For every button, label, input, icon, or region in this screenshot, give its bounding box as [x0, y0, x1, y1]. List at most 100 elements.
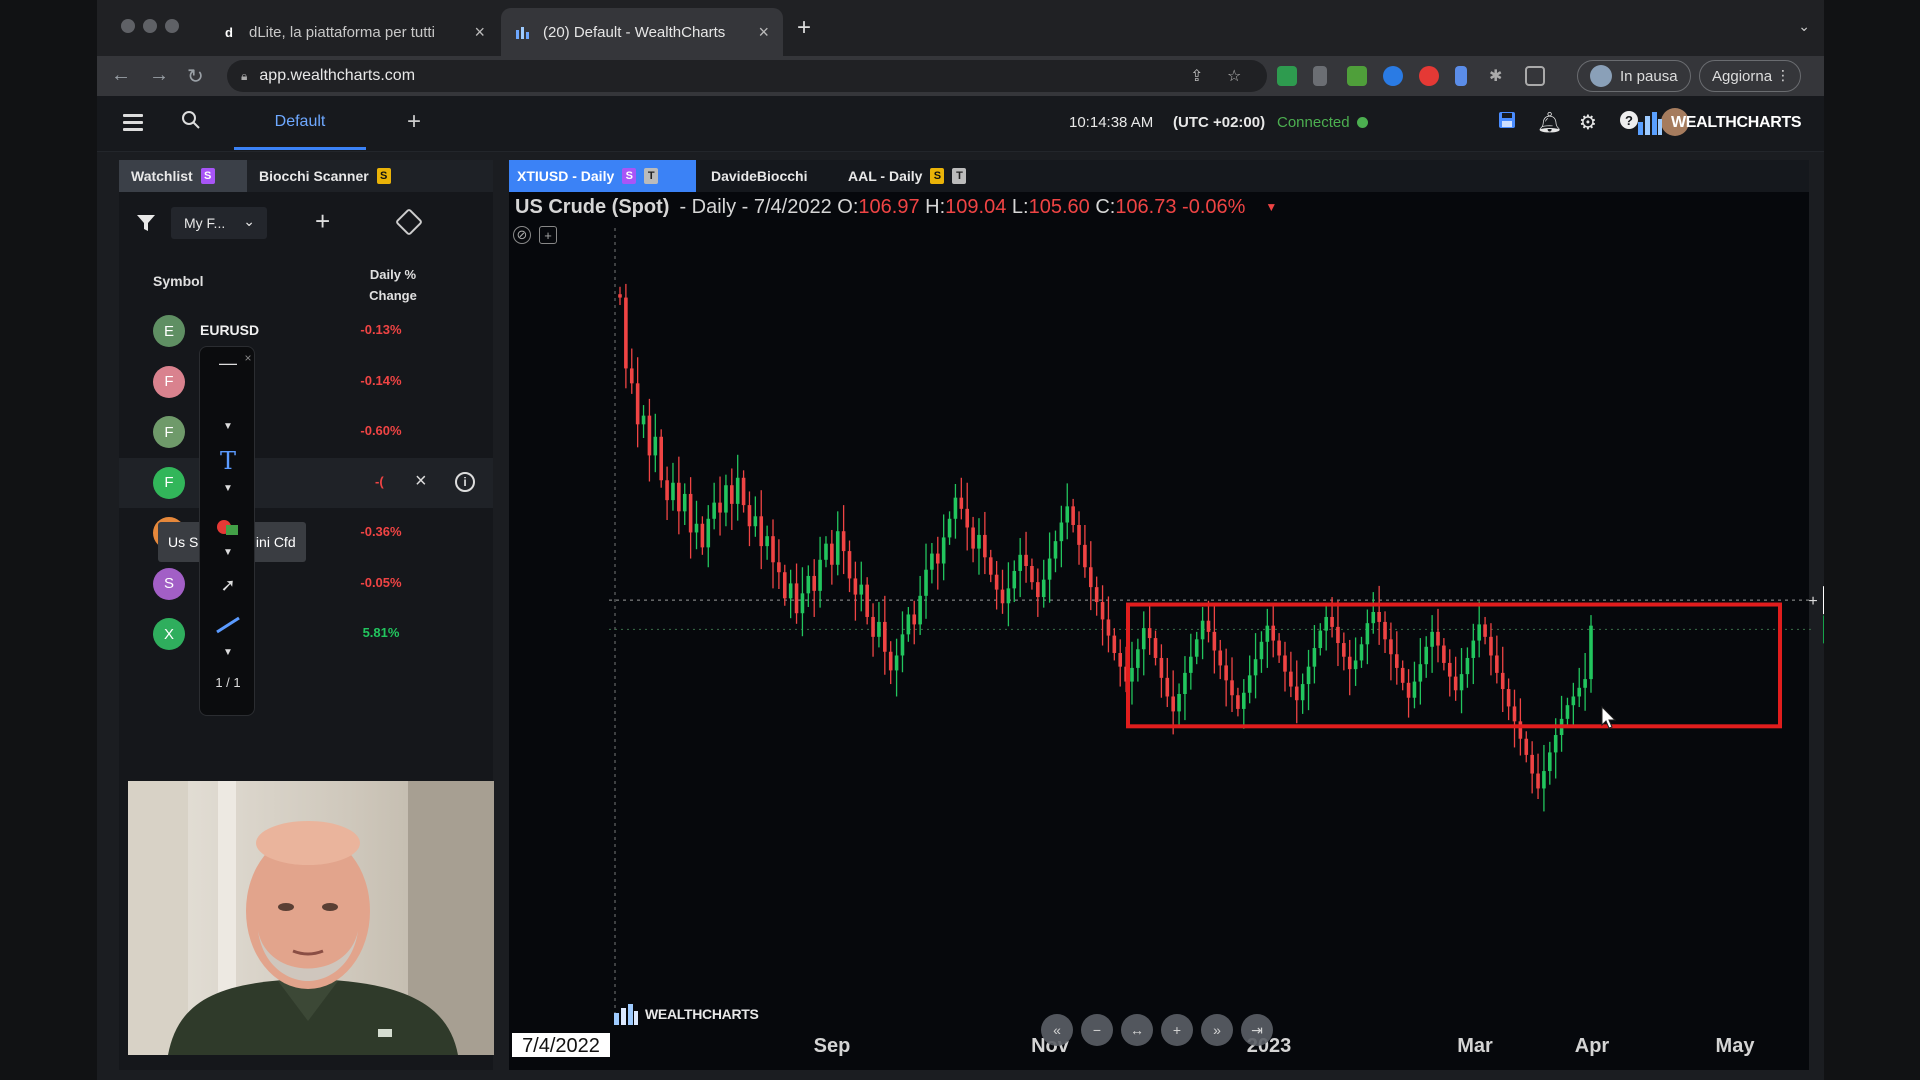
candle-body	[724, 485, 728, 513]
candle-body	[1577, 687, 1582, 697]
wealthcharts-logo-icon	[614, 1004, 638, 1025]
candle-body	[1165, 677, 1170, 697]
candle-body	[1477, 624, 1481, 641]
candle-body	[930, 553, 934, 570]
candle-body	[1200, 620, 1205, 640]
candle-body	[1548, 752, 1552, 772]
candle-body	[782, 572, 787, 599]
crosshair-plus-icon[interactable]: +	[1808, 593, 1817, 610]
candle-body	[1359, 644, 1364, 661]
candle-body	[983, 534, 987, 558]
candle-body	[1406, 682, 1411, 698]
candle-body	[947, 518, 952, 538]
candle-body	[1230, 680, 1234, 696]
candle-body	[1271, 625, 1276, 641]
candle-body	[777, 562, 781, 573]
candle-body	[1136, 649, 1140, 668]
time-axis-label: May	[1716, 1035, 1756, 1057]
candle-body	[1589, 625, 1593, 680]
candle-body	[759, 516, 764, 547]
candle-body	[1130, 667, 1134, 682]
candle-body	[859, 584, 864, 595]
candle-body	[1071, 506, 1075, 525]
candle-body	[1183, 672, 1187, 695]
candle-body	[1571, 696, 1576, 706]
candle-body	[1371, 611, 1376, 624]
candle-body	[1330, 616, 1334, 627]
candle-body	[1177, 694, 1181, 712]
candle-body	[894, 655, 899, 671]
candle-body	[1459, 674, 1464, 691]
candle-body	[835, 531, 840, 565]
watermark-text: WEALTHCHARTS	[645, 1006, 759, 1022]
zoom-in-button[interactable]: +	[1161, 1014, 1193, 1046]
crosshair-price-tag	[1823, 586, 1824, 615]
screen: d dLite, la piattaforma per tutti × (20)…	[97, 0, 1824, 1080]
candle-body	[1006, 588, 1011, 604]
candle-body	[1300, 684, 1305, 701]
scroll-to-end-button[interactable]: ⇥	[1241, 1014, 1273, 1046]
reset-zoom-button[interactable]: ↔	[1121, 1014, 1153, 1046]
candle-body	[1277, 640, 1281, 656]
candle-body	[1542, 771, 1546, 789]
scroll-right-button[interactable]: »	[1201, 1014, 1233, 1046]
candle-body	[1024, 554, 1028, 567]
candle-body	[1442, 645, 1446, 663]
candle-body	[712, 502, 716, 519]
zoom-out-button[interactable]: −	[1081, 1014, 1113, 1046]
candle-body	[753, 516, 758, 527]
candle-body	[1347, 656, 1352, 670]
candle-body	[1312, 648, 1317, 667]
candle-body	[1553, 735, 1558, 753]
candle-body	[1206, 620, 1211, 632]
candle-body	[1289, 671, 1293, 687]
candle-body	[747, 505, 752, 527]
candle-body	[1565, 705, 1570, 719]
candle-body	[788, 583, 793, 599]
candle-body	[635, 383, 640, 425]
candle-body	[735, 477, 740, 504]
candle-body	[1000, 589, 1005, 604]
candle-body	[641, 415, 646, 425]
candle-body	[888, 651, 893, 671]
candle-body	[1489, 636, 1493, 656]
candle-body	[830, 543, 834, 565]
candle-body	[1471, 640, 1476, 658]
candle-body	[971, 527, 975, 549]
candle-body	[1436, 631, 1440, 646]
candle-body	[665, 480, 669, 501]
candle-body	[688, 493, 693, 533]
candle-body	[883, 621, 887, 652]
candle-body	[629, 368, 634, 384]
candle-body	[1365, 623, 1370, 645]
candle-body	[1088, 567, 1093, 588]
candle-body	[1318, 630, 1323, 649]
candle-body	[1077, 524, 1081, 545]
candle-body	[900, 634, 905, 656]
candle-body	[965, 508, 970, 528]
candle-body	[1159, 657, 1164, 678]
candle-body	[1412, 681, 1417, 698]
candle-body	[1253, 659, 1258, 676]
chart-watermark: WEALTHCHARTS	[613, 1003, 759, 1025]
candle-body	[1377, 611, 1381, 622]
candle-body	[1189, 656, 1193, 673]
candle-body	[1353, 660, 1358, 670]
candle-body	[1418, 664, 1423, 682]
candle-body	[977, 534, 981, 549]
candle-body	[1483, 624, 1487, 637]
candle-body	[959, 497, 964, 509]
candle-body	[953, 497, 958, 519]
candle-body	[1059, 522, 1064, 542]
candle-body	[1265, 625, 1270, 642]
candle-body	[1047, 558, 1052, 580]
candle-body	[671, 482, 675, 501]
candle-body	[935, 553, 940, 564]
price-chart[interactable]: 109.00103.5598.1092.6587.2076.3070.8565.…	[97, 0, 1824, 1080]
candle-body	[694, 523, 699, 533]
candle-body	[988, 557, 993, 575]
candle-body	[1218, 650, 1223, 666]
candle-body	[1012, 570, 1017, 589]
candle-body	[1194, 639, 1199, 657]
scroll-far-left-button[interactable]: «	[1041, 1014, 1073, 1046]
